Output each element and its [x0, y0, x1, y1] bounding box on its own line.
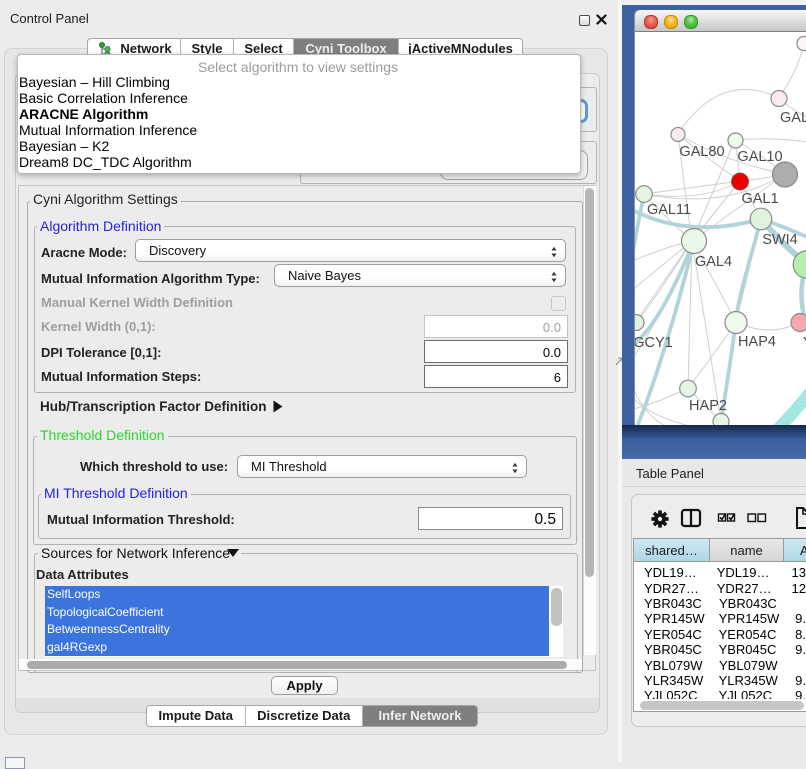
- svg-text:GAL10: GAL10: [737, 149, 782, 165]
- svg-text:SWI4: SWI4: [762, 232, 797, 248]
- svg-text:GAL4: GAL4: [695, 254, 732, 270]
- svg-text:GAL80: GAL80: [679, 144, 724, 160]
- svg-text:HAP4: HAP4: [738, 334, 776, 350]
- svg-text:HAP2: HAP2: [689, 398, 727, 414]
- svg-text:GAL: GAL: [780, 110, 806, 126]
- svg-text:GCY1: GCY1: [635, 335, 673, 351]
- svg-text:GAL1: GAL1: [741, 191, 778, 207]
- svg-text:GAL11: GAL11: [647, 202, 691, 218]
